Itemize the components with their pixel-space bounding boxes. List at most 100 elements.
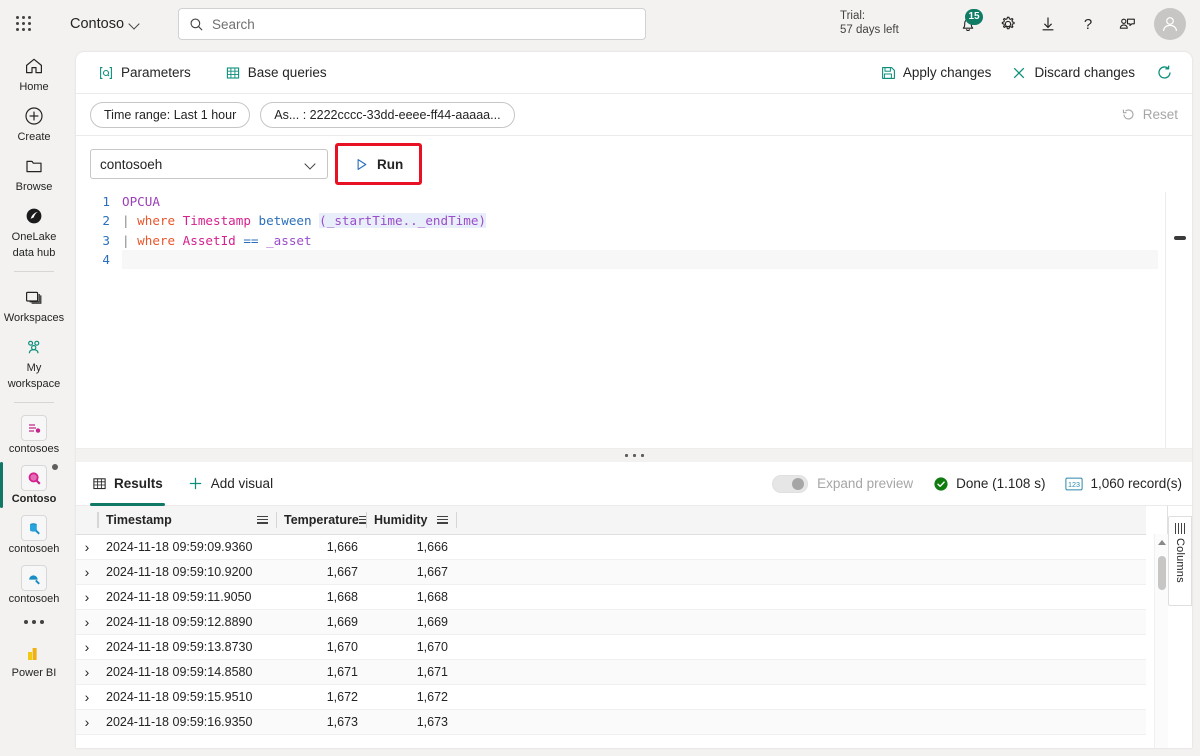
pane-splitter[interactable]: [76, 448, 1192, 462]
editor-line[interactable]: 3 | where AssetId == _asset: [76, 231, 1192, 250]
table-row[interactable]: › 2024-11-18 09:59:13.8730 1,670 1,670: [76, 634, 1146, 660]
sidebar-item-power-bi[interactable]: Power BI: [0, 634, 68, 684]
success-check-icon: [934, 476, 948, 491]
sidebar-item-contosoes[interactable]: contosoes: [0, 410, 68, 460]
svg-text:?: ?: [1084, 16, 1092, 33]
cell-filler: [456, 534, 1146, 560]
table-row[interactable]: › 2024-11-18 09:59:15.9510 1,672 1,672: [76, 684, 1146, 710]
cell-humidity: 1,669: [366, 609, 456, 635]
results-vertical-scrollbar[interactable]: [1154, 534, 1168, 748]
column-header-humidity[interactable]: Humidity: [366, 506, 456, 535]
sidebar-item-create[interactable]: Create: [0, 98, 68, 148]
settings-button[interactable]: [988, 4, 1028, 44]
downloads-button[interactable]: [1028, 4, 1068, 44]
sidebar-item-home[interactable]: Home: [0, 48, 68, 98]
chevron-right-icon: ›: [84, 688, 90, 705]
sidebar-item-onelake-data-hub[interactable]: OneLake data hub: [0, 198, 68, 264]
app-launcher-icon: [16, 16, 32, 32]
sidebar-item-browse[interactable]: Browse: [0, 148, 68, 198]
cell-temperature: 1,667: [276, 559, 366, 585]
home-icon: [23, 54, 45, 78]
column-header-temperature[interactable]: Temperature: [276, 506, 370, 535]
run-button[interactable]: Run: [344, 150, 413, 178]
columns-panel-button[interactable]: Columns: [1168, 516, 1192, 606]
cell-timestamp: 2024-11-18 09:59:09.9360: [98, 534, 276, 560]
base-queries-button[interactable]: Base queries: [215, 58, 337, 88]
column-menu-icon[interactable]: [257, 515, 268, 524]
sidebar-item-label-line2: data hub: [12, 247, 56, 259]
sidebar-item-contosoeh-eventhouse[interactable]: contosoeh: [0, 510, 68, 560]
refresh-button[interactable]: [1145, 58, 1184, 88]
row-expander[interactable]: ›: [76, 534, 98, 560]
row-expander[interactable]: ›: [76, 659, 98, 685]
search-input[interactable]: Search: [178, 8, 646, 40]
status-dot: [52, 464, 58, 470]
table-row[interactable]: › 2024-11-18 09:59:11.9050 1,668 1,668: [76, 584, 1146, 610]
table-row[interactable]: › 2024-11-18 09:59:16.9350 1,673 1,673: [76, 709, 1146, 735]
chevron-down-icon: [130, 19, 140, 29]
scrollbar-thumb[interactable]: [1158, 556, 1166, 590]
sidebar-item-label: contosoes: [8, 443, 60, 455]
apply-changes-button[interactable]: Apply changes: [870, 58, 1002, 88]
row-expander[interactable]: ›: [76, 609, 98, 635]
parameters-button[interactable]: Parameters: [88, 58, 201, 88]
table-row[interactable]: › 2024-11-18 09:59:10.9200 1,667 1,667: [76, 559, 1146, 585]
help-button[interactable]: ?: [1068, 4, 1108, 44]
scroll-up-arrow-icon[interactable]: [1158, 540, 1166, 545]
cell-filler: [456, 634, 1146, 660]
brand-switcher[interactable]: Contoso: [70, 16, 140, 32]
sidebar-item-label: contosoeh: [8, 543, 60, 555]
row-expander[interactable]: ›: [76, 584, 98, 610]
sidebar-item-contoso[interactable]: Contoso: [0, 460, 68, 510]
tab-results[interactable]: Results: [90, 462, 165, 506]
workspaces-icon: [23, 285, 45, 309]
sidebar-item-my-workspace[interactable]: My workspace: [0, 329, 68, 395]
kql-code-editor[interactable]: 1 OPCUA 2 | where Timestamp between (_start…: [76, 192, 1192, 448]
sidebar-item-workspaces[interactable]: Workspaces: [0, 279, 68, 329]
table-row[interactable]: › 2024-11-18 09:59:14.8580 1,671 1,671: [76, 659, 1146, 685]
code-token: Timestamp: [182, 213, 259, 229]
code-token: AssetId: [182, 232, 244, 248]
notification-badge: 15: [965, 9, 983, 25]
top-bar: Contoso Search Trial: 57 days left 15 ?: [0, 0, 1200, 48]
notifications-button[interactable]: 15: [948, 4, 988, 44]
code-token: OPCUA: [122, 194, 160, 209]
eventhouse-icon: [21, 515, 47, 541]
expand-preview-toggle[interactable]: [772, 474, 809, 493]
row-expander[interactable]: ›: [76, 559, 98, 585]
row-expander[interactable]: ›: [76, 709, 98, 735]
feedback-button[interactable]: [1108, 4, 1148, 44]
avatar[interactable]: [1154, 8, 1186, 40]
reset-button[interactable]: Reset: [1121, 107, 1178, 122]
download-icon: [1042, 17, 1054, 31]
parameters-icon: [100, 66, 112, 79]
discard-changes-button[interactable]: Discard changes: [1001, 58, 1145, 88]
editor-line[interactable]: 2 | where Timestamp between (_startTime..…: [76, 211, 1192, 230]
add-visual-button[interactable]: Add visual: [187, 475, 273, 492]
editor-line[interactable]: 1 OPCUA: [76, 192, 1192, 211]
column-menu-icon[interactable]: [437, 515, 448, 524]
cell-filler: [456, 609, 1146, 635]
trial-line-1: Trial:: [840, 10, 866, 22]
app-launcher-button[interactable]: [0, 0, 48, 48]
cell-temperature: 1,672: [276, 684, 366, 710]
row-expander[interactable]: ›: [76, 634, 98, 660]
code-token: (_startTime.._endTime): [319, 213, 486, 229]
more-items-button[interactable]: [0, 610, 68, 634]
close-icon: [1014, 67, 1025, 78]
asset-pill[interactable]: As... : 2222cccc-33dd-eeee-ff44-aaaaa...: [260, 101, 515, 128]
power-bi-icon: [23, 640, 45, 664]
database-selector[interactable]: contosoeh: [90, 149, 328, 179]
row-expander[interactable]: ›: [76, 684, 98, 710]
editor-scrollbar-thumb[interactable]: [1174, 236, 1186, 240]
table-row[interactable]: › 2024-11-18 09:59:12.8890 1,669 1,669: [76, 609, 1146, 635]
filter-bar: Time range: Last 1 hour As... : 2222cccc…: [76, 94, 1192, 136]
sidebar-item-label: Browse: [15, 181, 53, 193]
trial-line-2: 57 days left: [840, 24, 899, 36]
sidebar-item-contosoeh-kqldb[interactable]: contosoeh: [0, 560, 68, 610]
column-header-timestamp[interactable]: Timestamp: [98, 506, 276, 535]
time-range-pill[interactable]: Time range: Last 1 hour: [90, 101, 251, 128]
table-row[interactable]: › 2024-11-18 09:59:09.9360 1,666 1,666: [76, 534, 1146, 560]
line-number: 3: [102, 232, 110, 248]
kql-database-icon: [21, 565, 47, 591]
